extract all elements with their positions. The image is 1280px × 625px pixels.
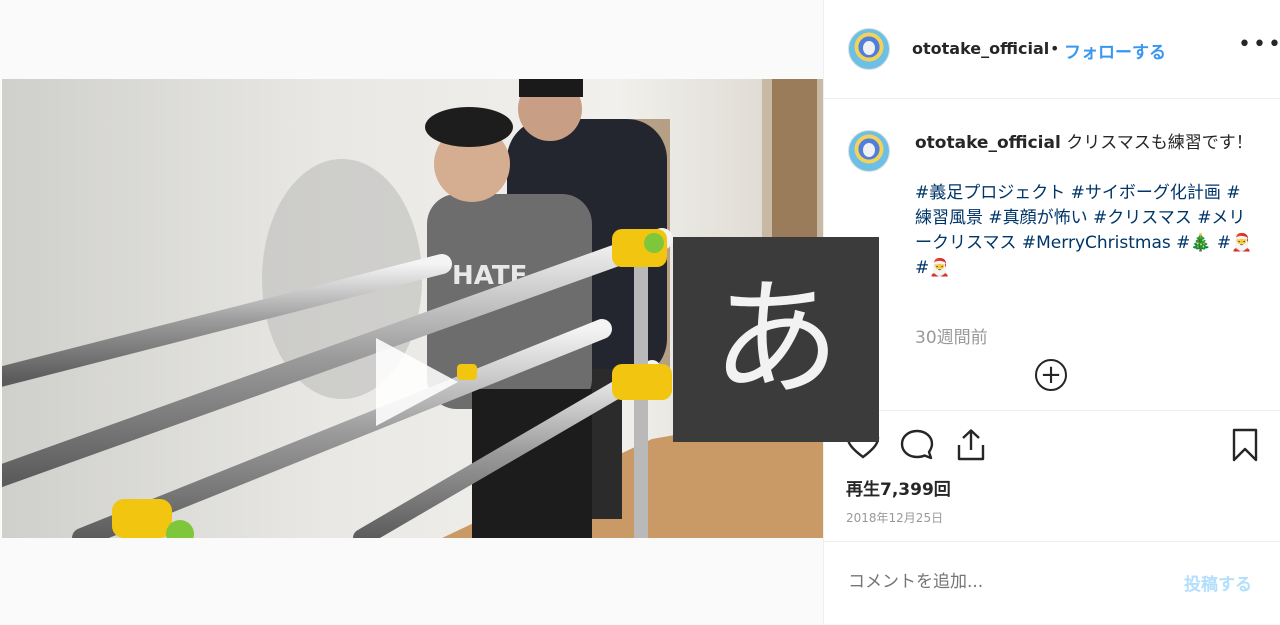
bookmark-icon[interactable]: [1228, 428, 1262, 462]
view-count: 再生7,399回: [846, 480, 951, 500]
caption-text: クリスマスも練習です！: [1066, 133, 1253, 153]
caption-hashtags[interactable]: #義足プロジェクト #サイボーグ化計画 #練習風景 #真顔が怖い #クリスマス …: [915, 181, 1253, 281]
share-icon[interactable]: [954, 428, 988, 462]
load-more-comments-icon[interactable]: +: [1035, 359, 1067, 391]
comment-box: 投稿する: [824, 541, 1280, 625]
post-time-ago[interactable]: 30週間前: [915, 323, 988, 348]
avatar[interactable]: [848, 28, 890, 70]
comment-input[interactable]: [846, 566, 1170, 598]
post-side-panel: ototake_official • フォローする ••• ototake_of…: [823, 0, 1280, 624]
caption: ototake_official クリスマスも練習です！ #義足プロジェクト #…: [915, 131, 1253, 281]
post-header: ototake_official • フォローする •••: [824, 0, 1280, 99]
caption-username[interactable]: ototake_official: [915, 133, 1061, 153]
action-bar: 再生7,399回 2018年12月25日: [824, 410, 1280, 541]
post-comment-button[interactable]: 投稿する: [1184, 570, 1252, 595]
caption-section: ototake_official クリスマスも練習です！ #義足プロジェクト #…: [824, 99, 1280, 409]
more-options-icon[interactable]: •••: [1238, 32, 1280, 57]
caption-avatar[interactable]: [848, 130, 890, 172]
follow-button[interactable]: フォローする: [1064, 38, 1166, 63]
post-date[interactable]: 2018年12月25日: [846, 509, 943, 526]
header-username[interactable]: ototake_official: [912, 39, 1049, 58]
separator-dot: •: [1050, 39, 1060, 58]
comment-icon[interactable]: [900, 428, 934, 462]
play-icon[interactable]: [376, 338, 458, 426]
ime-mode-indicator: あ: [673, 237, 879, 442]
